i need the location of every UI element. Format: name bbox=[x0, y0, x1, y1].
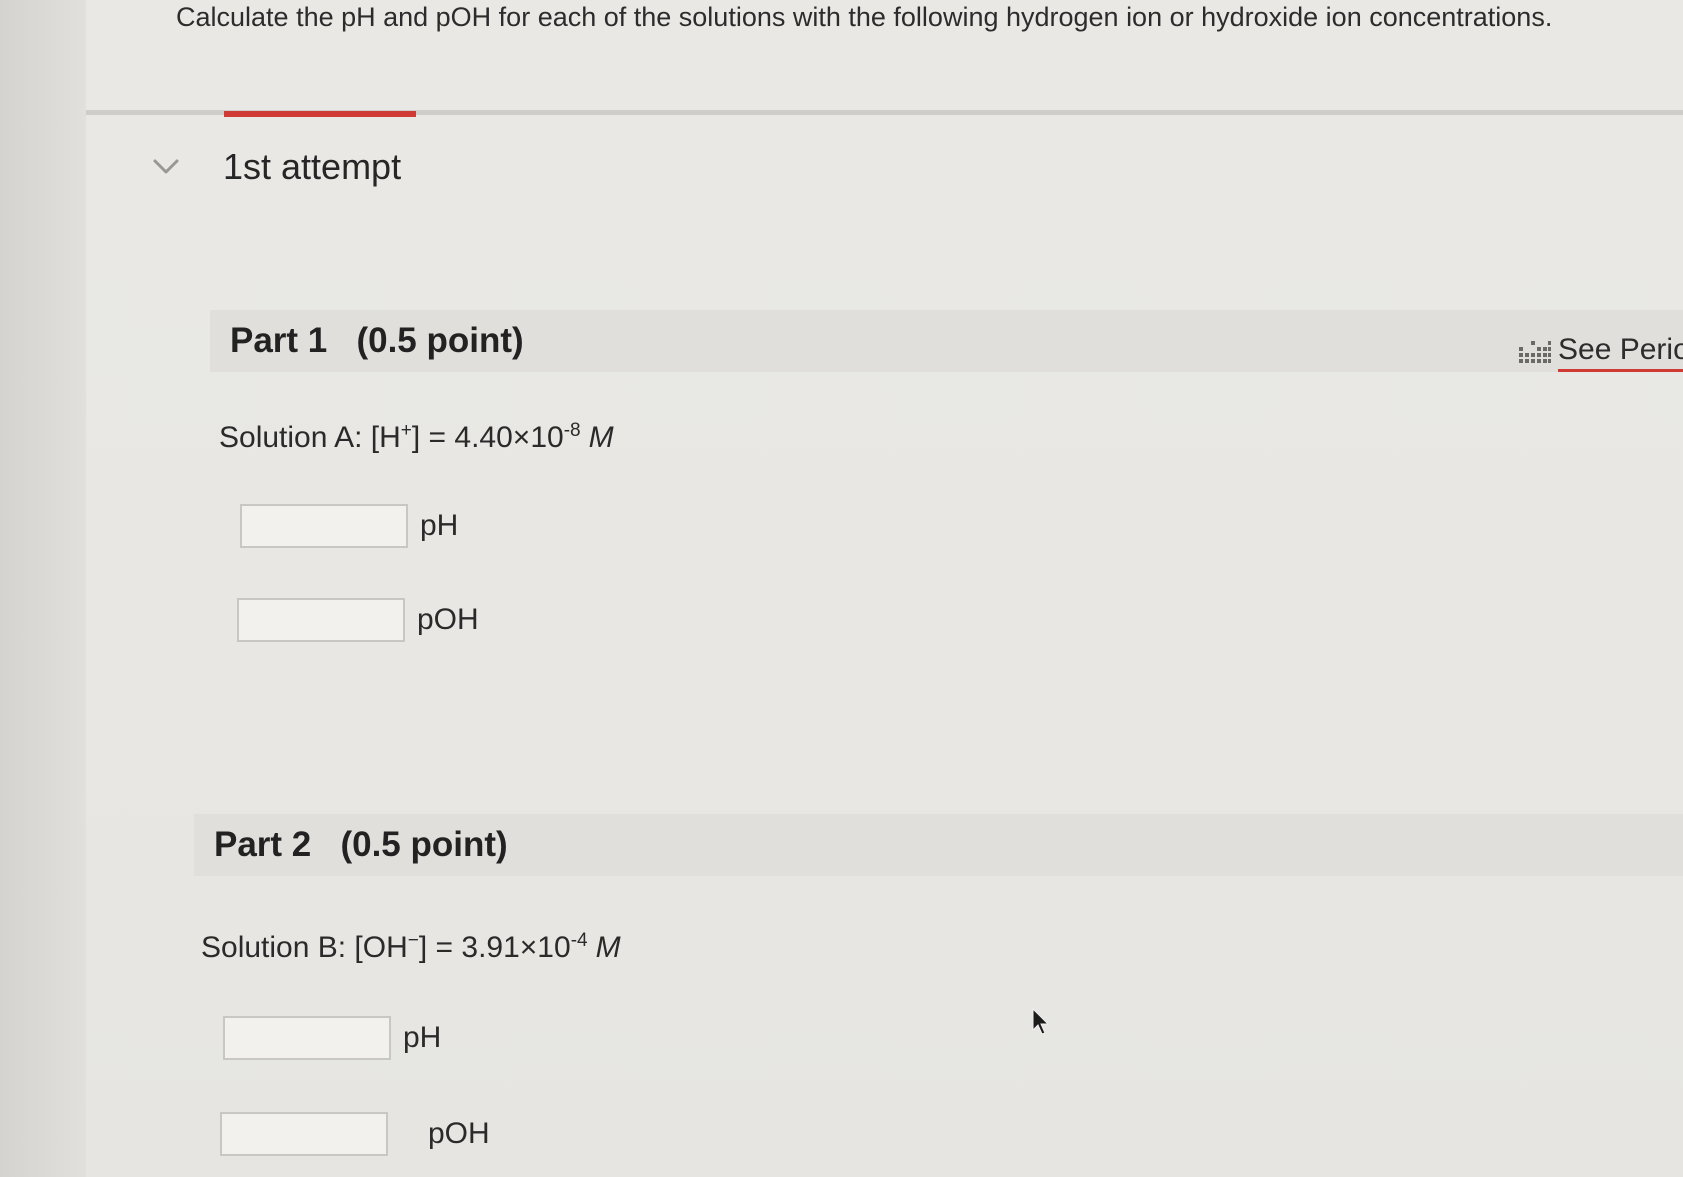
part-2-poh-label: pOH bbox=[428, 1117, 490, 1150]
solution-b-value: ] = 3.91×10 bbox=[418, 931, 571, 964]
part-2-title: Part 2 (0.5 point) bbox=[214, 825, 508, 864]
part-2-ph-row: pH bbox=[223, 1016, 441, 1060]
chevron-down-icon[interactable] bbox=[152, 158, 180, 176]
mouse-pointer-icon bbox=[1032, 1008, 1050, 1035]
part-2-poh-input[interactable] bbox=[220, 1112, 388, 1156]
periodic-table-label[interactable]: See Perio bbox=[1558, 333, 1683, 372]
solution-a-prefix: Solution A: [H bbox=[219, 421, 401, 454]
question-instruction: Calculate the pH and pOH for each of the… bbox=[176, 2, 1553, 32]
part-1-header: Part 1 (0.5 point) bbox=[210, 310, 1683, 372]
part-2-ph-label: pH bbox=[403, 1021, 442, 1054]
solution-b-exponent: -4 bbox=[570, 930, 588, 951]
part-1-ph-label: pH bbox=[420, 509, 459, 542]
solution-a-unit: M bbox=[588, 421, 614, 454]
part-1-ph-row: pH bbox=[240, 504, 458, 548]
solution-b-statement: Solution B: [OH−] = 3.91×10-4 M bbox=[201, 930, 621, 965]
solution-a-value: ] = 4.40×10 bbox=[411, 421, 564, 454]
solution-a-exponent: -8 bbox=[563, 420, 581, 441]
solution-b-unit: M bbox=[595, 931, 621, 964]
solution-b-ion-charge: − bbox=[407, 930, 419, 951]
part-1-title: Part 1 (0.5 point) bbox=[230, 321, 524, 360]
solution-b-prefix: Solution B: [OH bbox=[201, 931, 408, 964]
active-attempt-indicator bbox=[224, 111, 416, 117]
part-1-poh-row: pOH bbox=[237, 598, 479, 642]
part-1-poh-input[interactable] bbox=[237, 598, 405, 642]
periodic-table-link[interactable]: See Perio bbox=[1518, 333, 1683, 372]
part-2-ph-input[interactable] bbox=[223, 1016, 391, 1060]
periodic-table-icon bbox=[1519, 340, 1551, 363]
part-1-ph-input[interactable] bbox=[240, 504, 408, 548]
left-margin bbox=[0, 0, 86, 1177]
part-2-poh-row: pOH bbox=[220, 1112, 490, 1156]
attempt-label[interactable]: 1st attempt bbox=[223, 146, 401, 188]
solution-a-ion-charge: + bbox=[400, 420, 412, 441]
part-2-header: Part 2 (0.5 point) bbox=[194, 814, 1683, 876]
solution-a-statement: Solution A: [H+] = 4.40×10-8 M bbox=[219, 420, 614, 455]
part-1-poh-label: pOH bbox=[417, 603, 479, 636]
